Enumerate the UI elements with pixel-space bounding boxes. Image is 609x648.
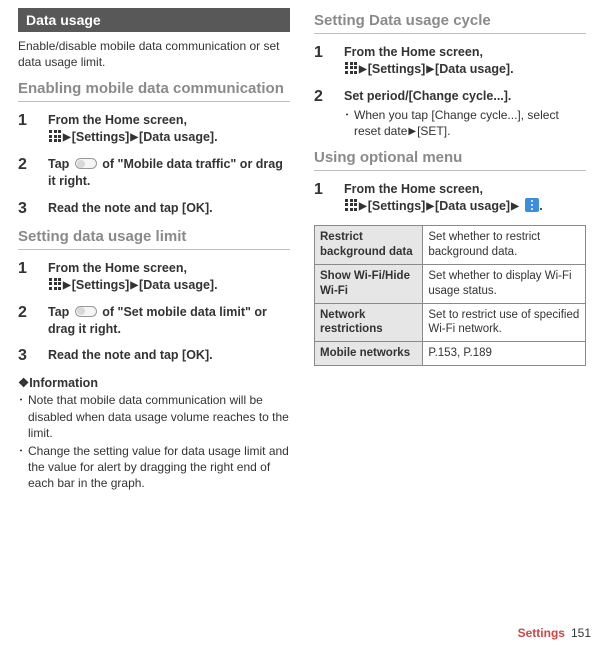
table-row: Restrict background data Set whether to … — [315, 225, 586, 264]
step-text: From the Home screen, ▶[Settings]▶[Data … — [48, 260, 290, 294]
path-settings: [Settings] — [72, 130, 130, 144]
step-subtext: ･ When you tap [Change cycle...], select… — [344, 107, 586, 139]
path-data-usage: [Data usage] — [139, 130, 214, 144]
page-header: Data usage — [18, 8, 290, 32]
step-text: Read the note and tap [OK]. — [48, 347, 290, 364]
path-settings: [Settings] — [368, 199, 426, 213]
step-row: 3 Read the note and tap [OK]. — [18, 200, 290, 218]
apps-grid-icon — [345, 199, 357, 211]
bullet-icon: ･ — [344, 107, 354, 139]
step-row: 1 From the Home screen, ▶[Settings]▶[Dat… — [18, 112, 290, 146]
apps-grid-icon — [49, 130, 61, 142]
arrow-icon: ▶ — [130, 131, 138, 145]
step-number: 3 — [18, 347, 48, 365]
option-label: Restrict background data — [315, 225, 423, 264]
table-row: Network restrictions Set to restrict use… — [315, 303, 586, 342]
menu-icon — [525, 198, 539, 212]
page-footer: Settings 151 — [518, 626, 591, 640]
step-pre: From the Home screen, — [48, 261, 187, 275]
step-pre: From the Home screen, — [48, 113, 187, 127]
step-number: 2 — [314, 88, 344, 139]
option-label: Mobile networks — [315, 342, 423, 366]
intro-text: Enable/disable mobile data communication… — [18, 38, 290, 70]
table-row: Show Wi-Fi/Hide Wi-Fi Set whether to dis… — [315, 264, 586, 303]
apps-grid-icon — [49, 278, 61, 290]
step-row: 1 From the Home screen, ▶[Settings]▶[Dat… — [314, 44, 586, 78]
step-text: From the Home screen, ▶[Settings]▶[Data … — [344, 181, 586, 215]
bullet-icon: ･ — [18, 443, 28, 492]
path-data-usage: [Data usage] — [139, 278, 214, 292]
section-cycle-title: Setting Data usage cycle — [314, 12, 586, 34]
step-row: 2 Tap of "Set mobile data limit" or drag… — [18, 304, 290, 338]
arrow-icon: ▶ — [359, 63, 367, 77]
step-post: . — [214, 278, 217, 292]
path-data-usage: [Data usage] — [435, 199, 510, 213]
arrow-icon: ▶ — [130, 279, 138, 293]
arrow-icon: ▶ — [511, 200, 519, 214]
step-row: 2 Tap of "Mobile data traffic" or drag i… — [18, 156, 290, 190]
step-text: Tap of "Mobile data traffic" or drag it … — [48, 156, 290, 190]
step-row: 3 Read the note and tap [OK]. — [18, 347, 290, 365]
arrow-icon: ▶ — [408, 125, 416, 139]
option-desc: Set whether to restrict background data. — [423, 225, 586, 264]
sub-pre: When you tap [Change cycle...], select r… — [354, 108, 559, 138]
footer-section: Settings — [518, 626, 565, 640]
path-data-usage: [Data usage] — [435, 62, 510, 76]
step-row: 1 From the Home screen, ▶[Settings]▶[Dat… — [314, 181, 586, 215]
section-enabling-title: Enabling mobile data communication — [18, 80, 290, 102]
option-desc: Set whether to display Wi-Fi usage statu… — [423, 264, 586, 303]
step-number: 3 — [18, 200, 48, 218]
arrow-icon: ▶ — [426, 63, 434, 77]
step-number: 2 — [18, 156, 48, 190]
bullet-icon: ･ — [18, 392, 28, 441]
arrow-icon: ▶ — [63, 131, 71, 145]
arrow-icon: ▶ — [359, 200, 367, 214]
step-number: 1 — [18, 112, 48, 146]
step-number: 2 — [18, 304, 48, 338]
step-row: 2 Set period/[Change cycle...]. ･ When y… — [314, 88, 586, 139]
sub-post: [SET]. — [417, 124, 450, 138]
option-label: Show Wi-Fi/Hide Wi-Fi — [315, 264, 423, 303]
apps-grid-icon — [345, 62, 357, 74]
option-desc: P.153, P.189 — [423, 342, 586, 366]
option-desc: Set to restrict use of specified Wi-Fi n… — [423, 303, 586, 342]
table-row: Mobile networks P.153, P.189 — [315, 342, 586, 366]
step-post: . — [214, 130, 217, 144]
information-item: ･ Note that mobile data communication wi… — [18, 392, 290, 441]
option-label: Network restrictions — [315, 303, 423, 342]
step-pre: From the Home screen, — [344, 45, 483, 59]
step-text: Tap of "Set mobile data limit" or drag i… — [48, 304, 290, 338]
path-settings: [Settings] — [72, 278, 130, 292]
step-text: Set period/[Change cycle...]. — [344, 88, 586, 105]
toggle-icon — [75, 158, 97, 169]
step-post: . — [510, 62, 513, 76]
section-optional-title: Using optional menu — [314, 149, 586, 171]
toggle-icon — [75, 306, 97, 317]
step-number: 1 — [18, 260, 48, 294]
step-pre: From the Home screen, — [344, 182, 483, 196]
step-text: From the Home screen, ▶[Settings]▶[Data … — [48, 112, 290, 146]
step-number: 1 — [314, 181, 344, 215]
options-table: Restrict background data Set whether to … — [314, 225, 586, 367]
arrow-icon: ▶ — [426, 200, 434, 214]
info-text: Change the setting value for data usage … — [28, 443, 290, 492]
information-item: ･ Change the setting value for data usag… — [18, 443, 290, 492]
information-heading: ❖Information — [18, 375, 290, 390]
section-limit-title: Setting data usage limit — [18, 228, 290, 250]
step-text: From the Home screen, ▶[Settings]▶[Data … — [344, 44, 586, 78]
path-settings: [Settings] — [368, 62, 426, 76]
arrow-icon: ▶ — [63, 279, 71, 293]
step-number: 1 — [314, 44, 344, 78]
step-text: Read the note and tap [OK]. — [48, 200, 290, 217]
info-text: Note that mobile data communication will… — [28, 392, 290, 441]
step-row: 1 From the Home screen, ▶[Settings]▶[Dat… — [18, 260, 290, 294]
footer-page-number: 151 — [571, 626, 591, 640]
